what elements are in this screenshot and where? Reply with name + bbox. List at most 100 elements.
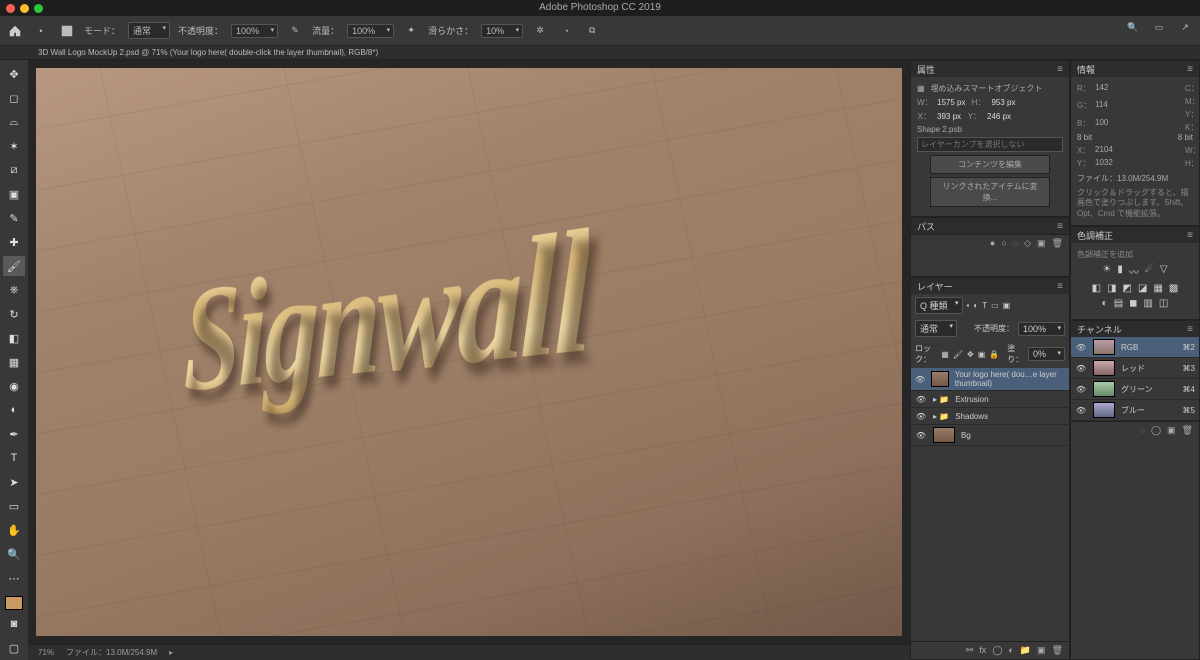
- brush-thumb-icon[interactable]: •: [32, 22, 50, 40]
- paths-stroke-icon[interactable]: ○: [1001, 238, 1006, 249]
- smooth-dropdown[interactable]: 10%: [481, 24, 523, 38]
- vibrance-icon[interactable]: ▽: [1160, 264, 1168, 279]
- layers-title[interactable]: レイヤー: [917, 280, 953, 293]
- balance-icon[interactable]: ◨: [1107, 283, 1116, 294]
- link-layers-icon[interactable]: ⚯: [966, 645, 974, 656]
- channels-title[interactable]: チャンネル: [1077, 323, 1122, 336]
- paths-selection-icon[interactable]: ◌: [1013, 238, 1018, 249]
- selective-icon[interactable]: ◫: [1159, 298, 1168, 309]
- exposure-icon[interactable]: ☄: [1145, 264, 1154, 279]
- photo-filter-icon[interactable]: ◪: [1138, 283, 1147, 294]
- visibility-icon[interactable]: 👁: [1075, 362, 1087, 374]
- lock-nest-icon[interactable]: ▣: [978, 350, 986, 359]
- quick-mask-icon[interactable]: ◙: [3, 614, 25, 634]
- properties-title[interactable]: 属性: [917, 63, 935, 76]
- search-icon[interactable]: 🔍: [1124, 18, 1142, 36]
- visibility-icon[interactable]: 👁: [915, 373, 925, 385]
- hand-tool[interactable]: ✋: [3, 520, 25, 540]
- eyedropper-tool[interactable]: ✎: [3, 208, 25, 228]
- prop-y[interactable]: 246 px: [987, 112, 1011, 121]
- channel-row[interactable]: 👁レッド⌘3: [1071, 358, 1199, 379]
- paths-new-icon[interactable]: ▣: [1037, 238, 1046, 249]
- bw-icon[interactable]: ◩: [1123, 283, 1132, 294]
- threshold-icon[interactable]: ◼: [1129, 298, 1137, 309]
- channel-sel-icon[interactable]: ◌: [1140, 425, 1145, 436]
- layer-row[interactable]: 👁▸ 📁 Extrusion: [911, 391, 1069, 408]
- layer-fill[interactable]: 0%: [1028, 347, 1065, 361]
- poster-icon[interactable]: ▤: [1114, 298, 1123, 309]
- gear-icon[interactable]: ✲: [531, 22, 549, 40]
- folder-icon[interactable]: ▸ 📁: [933, 395, 949, 404]
- blur-tool[interactable]: ◉: [3, 376, 25, 396]
- brightness-icon[interactable]: ☀: [1102, 264, 1111, 279]
- marquee-tool[interactable]: ◻: [3, 88, 25, 108]
- invert-icon[interactable]: ◐: [1102, 298, 1108, 309]
- lookup-icon[interactable]: ▩: [1169, 283, 1178, 294]
- channel-row[interactable]: 👁RGB⌘2: [1071, 337, 1199, 358]
- panel-menu-icon[interactable]: ≡: [1187, 324, 1193, 335]
- paths-title[interactable]: パス: [917, 220, 935, 233]
- zoom-tool[interactable]: 🔍: [3, 544, 25, 564]
- prop-w[interactable]: 1575 px: [937, 98, 965, 107]
- share-icon[interactable]: ↗: [1176, 18, 1194, 36]
- adjust-title[interactable]: 色調補正: [1077, 229, 1113, 242]
- layer-opacity[interactable]: 100%: [1018, 322, 1065, 336]
- lock-trans-icon[interactable]: ▦: [941, 350, 949, 359]
- fx-icon[interactable]: fx: [979, 645, 986, 656]
- layer-row[interactable]: 👁▸ 📁 Shadows: [911, 408, 1069, 425]
- edit-contents-button[interactable]: コンテンツを編集: [930, 155, 1050, 174]
- mixer-icon[interactable]: ▦: [1153, 283, 1162, 294]
- pressure-size-icon[interactable]: ◔: [557, 22, 575, 40]
- doc-size-readout[interactable]: ファイル：13.0M/254.9M: [66, 647, 157, 658]
- quick-select-tool[interactable]: ✶: [3, 136, 25, 156]
- visibility-icon[interactable]: 👁: [915, 429, 927, 441]
- new-layer-icon[interactable]: ▣: [1037, 645, 1046, 656]
- screen-mode-icon[interactable]: ▢: [3, 638, 25, 658]
- layer-row[interactable]: 👁 Your logo here( dou…e layer thumbnail): [911, 368, 1069, 391]
- workspace-icon[interactable]: ▭: [1150, 18, 1168, 36]
- frame-tool[interactable]: ▣: [3, 184, 25, 204]
- channel-new-icon[interactable]: ▣: [1167, 425, 1176, 436]
- folder-icon[interactable]: ▸ 📁: [933, 412, 949, 421]
- filter-adjust-icon[interactable]: ◐: [973, 301, 978, 310]
- layer-name[interactable]: Your logo here( dou…e layer thumbnail): [955, 370, 1065, 388]
- stamp-tool[interactable]: ⎈: [3, 280, 25, 300]
- filter-shape-icon[interactable]: ▭: [991, 301, 999, 310]
- lasso-tool[interactable]: ⌓: [3, 112, 25, 132]
- visibility-icon[interactable]: 👁: [1075, 341, 1087, 353]
- layer-name[interactable]: Extrusion: [955, 395, 988, 404]
- blend-mode-dropdown[interactable]: 通常: [915, 320, 957, 337]
- layer-row[interactable]: 👁 Bg: [911, 425, 1069, 446]
- layer-thumb[interactable]: [933, 427, 955, 443]
- paths-mask-icon[interactable]: ◇: [1024, 238, 1031, 249]
- filter-type-icon[interactable]: T: [982, 301, 987, 310]
- panel-menu-icon[interactable]: ≡: [1057, 221, 1063, 232]
- gradient-tool[interactable]: ▦: [3, 352, 25, 372]
- home-icon[interactable]: [6, 22, 24, 40]
- zoom-readout[interactable]: 71%: [38, 648, 54, 657]
- lock-pixel-icon[interactable]: 🖌: [953, 350, 963, 359]
- window-controls[interactable]: [6, 4, 43, 13]
- layer-name[interactable]: Bg: [961, 431, 971, 440]
- visibility-icon[interactable]: 👁: [915, 410, 927, 422]
- channel-row[interactable]: 👁グリーン⌘4: [1071, 379, 1199, 400]
- symmetry-icon[interactable]: ⧉: [583, 22, 601, 40]
- channel-trash-icon[interactable]: 🗑: [1182, 425, 1193, 436]
- lock-all-icon[interactable]: 🔒: [989, 350, 999, 359]
- visibility-icon[interactable]: 👁: [1075, 404, 1087, 416]
- convert-linked-button[interactable]: リンクされたアイテムに変換...: [930, 177, 1050, 207]
- shape-tool[interactable]: ▭: [3, 496, 25, 516]
- path-select-tool[interactable]: ➤: [3, 472, 25, 492]
- filter-pixel-icon[interactable]: ▪: [967, 301, 970, 310]
- filter-smart-icon[interactable]: ▣: [1003, 301, 1011, 310]
- history-brush-tool[interactable]: ↻: [3, 304, 25, 324]
- panel-menu-icon[interactable]: ≡: [1187, 230, 1193, 241]
- lock-pos-icon[interactable]: ✥: [967, 350, 974, 359]
- trash-icon[interactable]: 🗑: [1052, 645, 1063, 656]
- eraser-tool[interactable]: ◧: [3, 328, 25, 348]
- hue-icon[interactable]: ◧: [1092, 283, 1101, 294]
- channel-row[interactable]: 👁ブルー⌘5: [1071, 400, 1199, 421]
- document-tab[interactable]: 3D Wall Logo MockUp 2.psd @ 71% (Your lo…: [30, 48, 386, 57]
- dodge-tool[interactable]: ◐: [3, 400, 25, 420]
- info-title[interactable]: 情報: [1077, 63, 1095, 76]
